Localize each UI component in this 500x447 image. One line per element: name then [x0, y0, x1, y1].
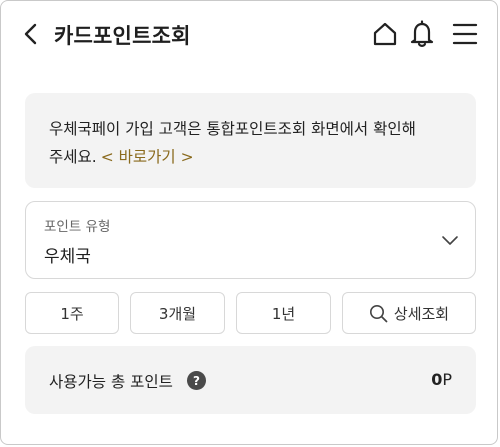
menu-icon[interactable] — [451, 20, 479, 48]
header: 카드포인트조회 — [0, 0, 500, 70]
points-number: 0 — [431, 370, 443, 389]
home-icon[interactable] — [371, 20, 399, 48]
available-points-label: 사용가능 총 포인트 — [49, 373, 173, 391]
search-icon — [369, 304, 388, 323]
detail-search-label: 상세조회 — [393, 304, 450, 323]
available-points-value: 0P — [431, 370, 452, 389]
page-title: 카드포인트조회 — [54, 24, 191, 48]
shortcut-link[interactable]: < 바로가기 > — [101, 148, 194, 166]
notice-box: 우체국페이 가입 고객은 통합포인트조회 화면에서 확인해 주세요. < 바로가기… — [25, 93, 476, 188]
period-1week-button[interactable]: 1주 — [25, 292, 119, 334]
notice-text-line2: 주세요. — [49, 148, 97, 166]
point-type-value: 우체국 — [44, 247, 91, 267]
points-unit: P — [442, 370, 452, 389]
point-type-select[interactable]: 포인트 유형 우체국 — [25, 201, 476, 279]
bell-icon[interactable] — [408, 20, 436, 48]
notice-text-line1: 우체국페이 가입 고객은 통합포인트조회 화면에서 확인해 — [49, 120, 416, 138]
period-1year-button[interactable]: 1년 — [236, 292, 331, 334]
points-summary: 사용가능 총 포인트 ? 0P — [25, 346, 476, 414]
period-3months-button[interactable]: 3개월 — [130, 292, 225, 334]
detail-search-button[interactable]: 상세조회 — [342, 292, 476, 334]
point-type-label: 포인트 유형 — [44, 219, 111, 235]
help-icon[interactable]: ? — [187, 371, 206, 390]
back-arrow-icon[interactable] — [18, 21, 42, 47]
chevron-down-icon — [441, 232, 459, 251]
